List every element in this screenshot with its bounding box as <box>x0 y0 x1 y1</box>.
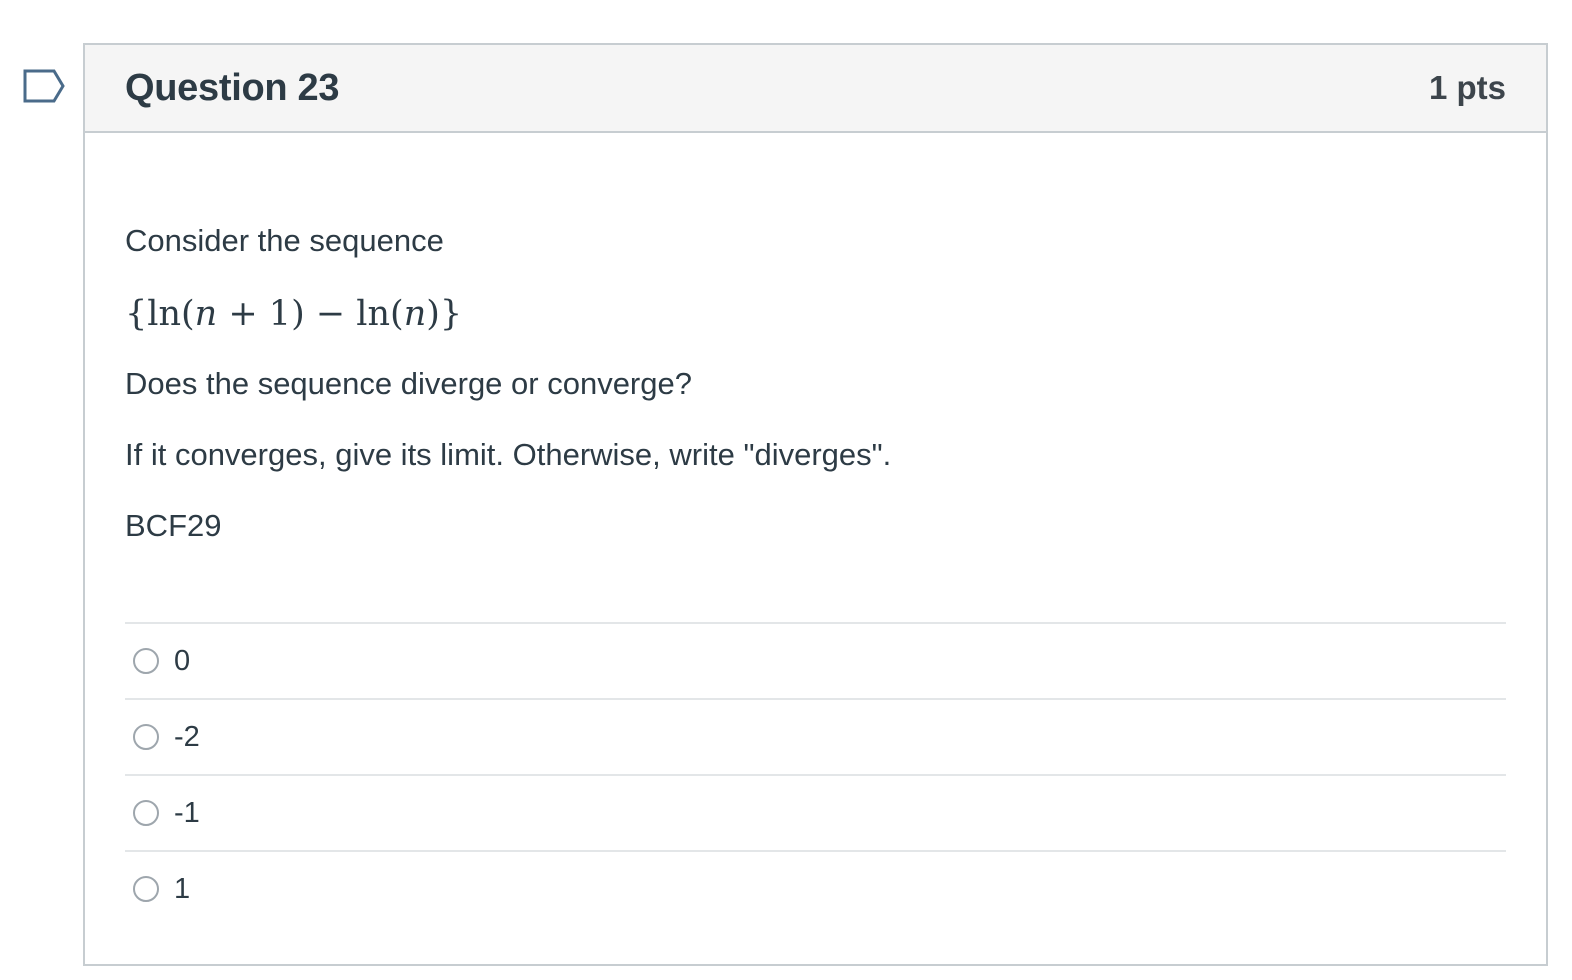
answer-option[interactable]: 0 <box>125 624 1506 700</box>
sequence-formula: {ln(n + 1) − ln(n)} <box>125 291 1506 337</box>
question-prompt: Does the sequence diverge or converge? <box>125 366 692 401</box>
answer-label: 1 <box>174 872 191 905</box>
question-title: Question 23 <box>125 66 340 109</box>
formula-close: )} <box>426 294 463 334</box>
question-points: 1 pts <box>1428 69 1506 106</box>
formula-variable-n: n <box>403 294 427 334</box>
formula-open: {ln( <box>125 294 195 334</box>
formula-mid: + 1) − ln( <box>217 294 404 334</box>
answer-label: -2 <box>174 720 200 753</box>
answer-option[interactable]: -1 <box>125 776 1506 852</box>
answer-label: 0 <box>174 644 191 677</box>
question-code: BCF29 <box>125 508 222 543</box>
radio-button[interactable] <box>133 800 159 826</box>
answer-label: -1 <box>174 796 200 829</box>
answer-list: 0 -2 -1 1 <box>125 622 1506 926</box>
radio-button[interactable] <box>133 648 159 674</box>
formula-variable-n: n <box>194 294 218 334</box>
question-intro: Consider the sequence <box>125 223 444 258</box>
radio-button[interactable] <box>133 724 159 750</box>
flag-question-icon[interactable] <box>22 68 66 104</box>
answer-option[interactable]: -2 <box>125 700 1506 776</box>
question-card: Question 23 1 pts Consider the sequence … <box>83 43 1548 966</box>
question-header: Question 23 1 pts <box>85 45 1546 133</box>
question-body: Consider the sequence {ln(n + 1) − ln(n)… <box>85 133 1546 926</box>
radio-button[interactable] <box>133 876 159 902</box>
question-instruction: If it converges, give its limit. Otherwi… <box>125 437 892 472</box>
answer-option[interactable]: 1 <box>125 852 1506 926</box>
